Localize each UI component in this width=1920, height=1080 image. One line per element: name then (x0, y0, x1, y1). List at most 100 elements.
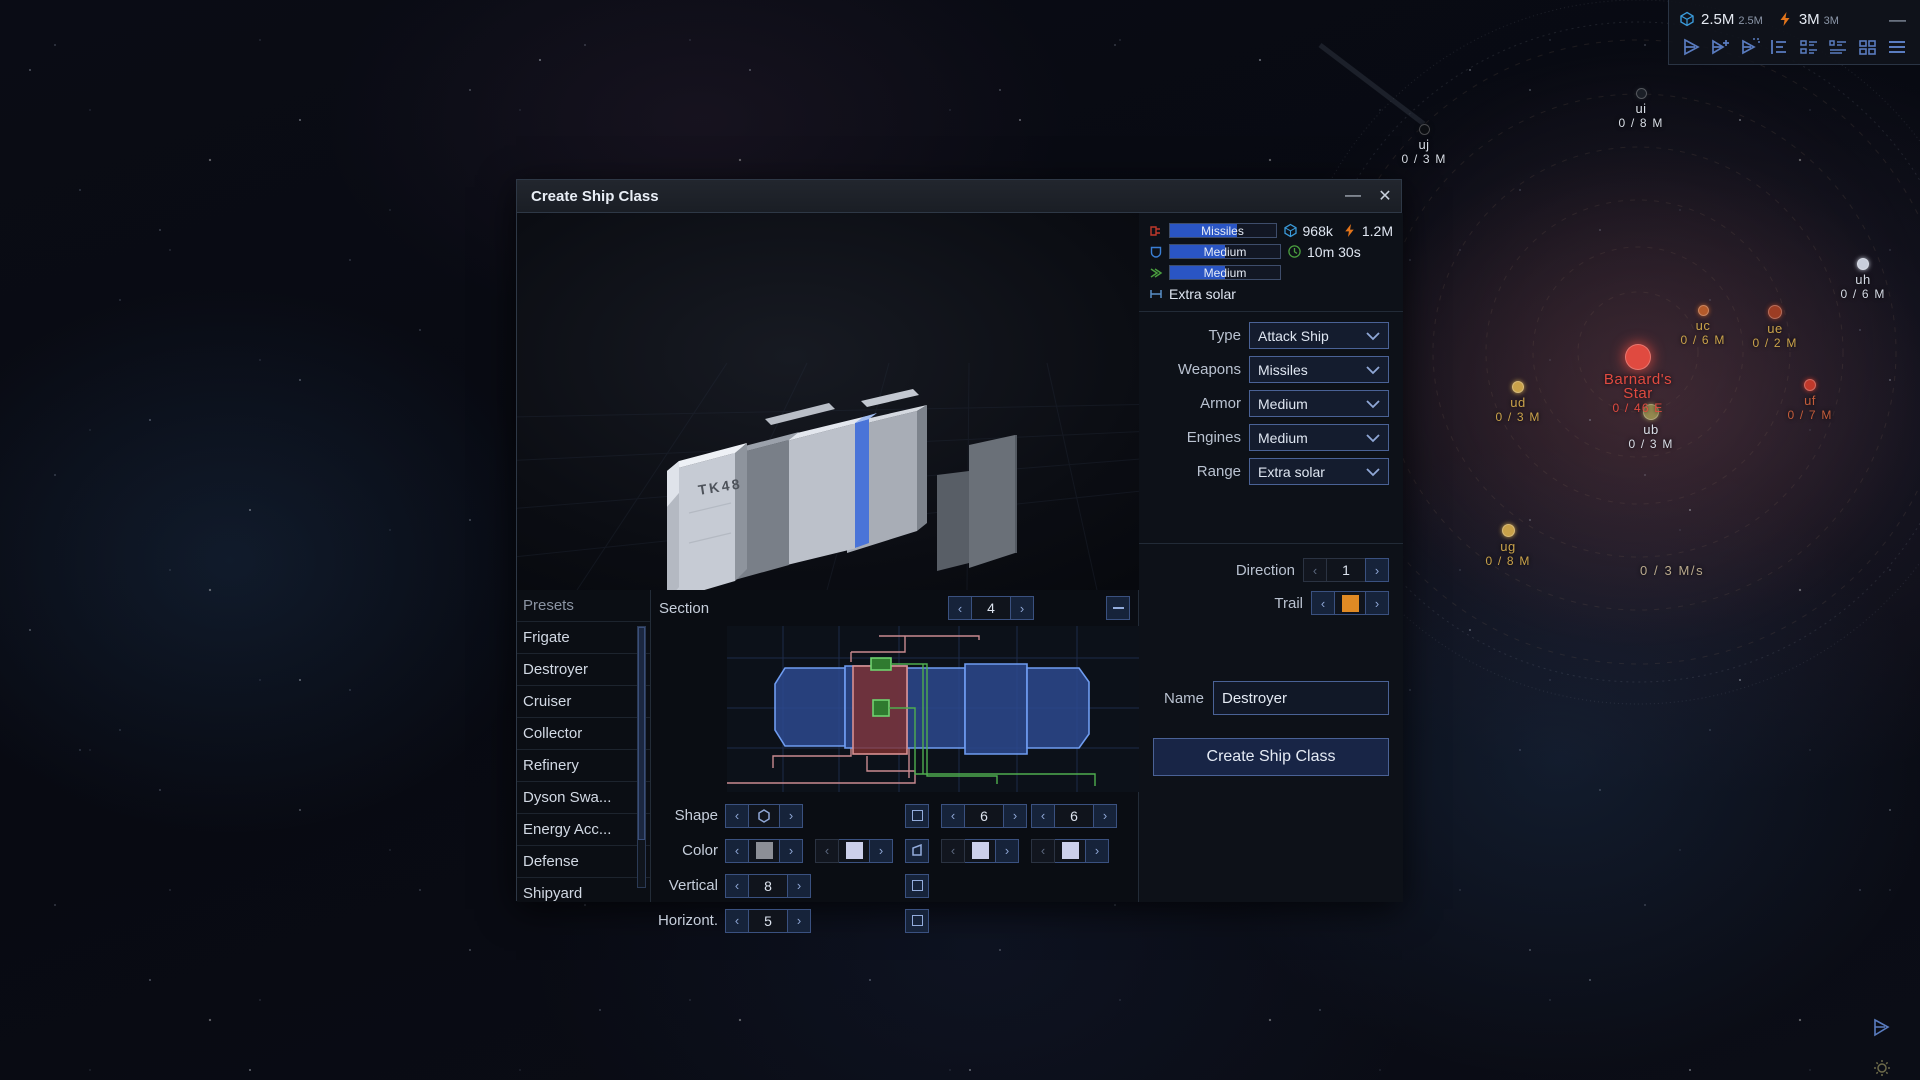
blueprint-grid (727, 626, 1139, 792)
grid-view-icon[interactable] (1857, 37, 1879, 57)
presets-header: Presets (517, 590, 650, 622)
section-index-stepper: ‹ 4 › (948, 596, 1034, 620)
stat-row-armor: Medium 10m 30s (1149, 242, 1393, 261)
shape-third-prev-button[interactable]: ‹ (941, 803, 965, 828)
horizontal-main-slot: ‹ 5 › (725, 908, 815, 933)
trail-next-button[interactable]: › (1365, 591, 1389, 615)
preset-item-energy-acc[interactable]: Energy Acc... (517, 814, 650, 846)
vertical-toggle-button[interactable] (905, 873, 929, 898)
engines-select[interactable]: Medium (1249, 424, 1389, 451)
color-second-prev-button[interactable]: ‹ (815, 838, 839, 863)
ship-3d-preview[interactable]: TK48 (517, 213, 1139, 590)
color-fourth-prev-button[interactable]: ‹ (1031, 838, 1055, 863)
ship-blueprint-view[interactable] (727, 626, 1139, 792)
menu-icon[interactable] (1886, 37, 1908, 57)
preset-item-dyson-swa[interactable]: Dyson Swa... (517, 782, 650, 814)
section-control-rows: Shape ‹ › ‹ 6 › ‹ 6 › Color ‹ › ‹ › ‹ › ‹ › Vertical ‹ 8 › Hor… (651, 798, 1139, 938)
presets-scrollbar-thumb[interactable] (638, 627, 645, 841)
preset-item-defense[interactable]: Defense (517, 846, 650, 878)
shape-main-prev-button[interactable]: ‹ (725, 803, 749, 828)
horizontal-toggle-button[interactable] (905, 908, 929, 933)
dialog-close-button[interactable]: ✕ (1369, 180, 1401, 212)
color-third-prev-button[interactable]: ‹ (941, 838, 965, 863)
create-ship-class-dialog: Create Ship Class — ✕ TK48 Presets Friga… (516, 179, 1403, 933)
color-toggle-button[interactable] (905, 838, 929, 863)
presets-scrollbar[interactable] (637, 626, 646, 888)
vertical-row: Vertical ‹ 8 › (651, 868, 1139, 903)
color-second-next-button[interactable]: › (869, 838, 893, 863)
shape-toggle-button[interactable] (905, 803, 929, 828)
range-select[interactable]: Extra solar (1249, 458, 1389, 485)
ship-select-icon[interactable] (1740, 37, 1762, 57)
shape-fourth-prev-button[interactable]: ‹ (1031, 803, 1055, 828)
shape-main-stepper: ‹ › (725, 803, 803, 828)
weapons-select-label: Weapons (1177, 361, 1241, 378)
horizontal-main-prev-button[interactable]: ‹ (725, 908, 749, 933)
shape-main-slot: ‹ › (725, 803, 815, 828)
vertical-main-next-button[interactable]: › (787, 873, 811, 898)
preset-item-destroyer[interactable]: Destroyer (517, 654, 650, 686)
ship-name-input[interactable] (1213, 681, 1389, 715)
ship-icon[interactable] (1681, 37, 1703, 57)
color-fourth-slot: ‹ › (1027, 838, 1117, 863)
section-index-value: 4 (972, 596, 1010, 620)
weapons-select-value: Missiles (1258, 361, 1308, 378)
stats-block: Missiles 968k 1.2M Medium 10m 30s Medium… (1139, 213, 1403, 307)
weapons-select[interactable]: Missiles (1249, 356, 1389, 383)
color-fourth-next-button[interactable]: › (1085, 838, 1109, 863)
chevron-down-icon (1366, 399, 1380, 408)
dialog-title: Create Ship Class (531, 187, 659, 205)
fleet-speed-label: 0 / 3 M/s (1640, 563, 1705, 578)
preset-item-label: Dyson Swa... (523, 789, 612, 806)
shape-third-next-button[interactable]: › (1003, 803, 1027, 828)
horizontal-main-next-button[interactable]: › (787, 908, 811, 933)
square-icon (911, 880, 923, 891)
direction-prev-button[interactable]: ‹ (1303, 558, 1327, 582)
preset-item-refinery[interactable]: Refinery (517, 750, 650, 782)
color-second-stepper: ‹ › (815, 838, 893, 863)
color-main-next-button[interactable]: › (779, 838, 803, 863)
list-detail-icon[interactable] (1798, 37, 1820, 57)
dialog-title-bar[interactable]: Create Ship Class — ✕ (517, 180, 1401, 213)
ship-add-icon[interactable] (1710, 37, 1732, 57)
create-ship-class-button[interactable]: Create Ship Class (1153, 738, 1389, 776)
list-align-icon[interactable] (1769, 37, 1791, 57)
section-header: Section ‹ 4 › (651, 590, 1138, 626)
direction-next-button[interactable]: › (1365, 558, 1389, 582)
vertical-main-prev-button[interactable]: ‹ (725, 873, 749, 898)
armor-select[interactable]: Medium (1249, 390, 1389, 417)
preset-item-shipyard[interactable]: Shipyard (517, 878, 650, 902)
shape-third-value: 6 (965, 803, 1003, 828)
preset-item-frigate[interactable]: Frigate (517, 622, 650, 654)
cube-icon (1680, 11, 1694, 27)
cube-icon (1283, 223, 1297, 238)
section-collapse-button[interactable] (1106, 596, 1130, 620)
color-row: Color ‹ › ‹ › ‹ › ‹ › (651, 833, 1139, 868)
armor-select-label: Armor (1200, 395, 1241, 412)
trail-color-swatch (1341, 594, 1359, 612)
color-third-swatch (971, 842, 989, 859)
shape-main-next-button[interactable]: › (779, 803, 803, 828)
section-editor-panel: Section ‹ 4 › Shape ‹ › ‹ 6 › ‹ 6 › Colo… (651, 590, 1139, 933)
hud-minimize-button[interactable]: — (1885, 11, 1910, 28)
preset-item-cruiser[interactable]: Cruiser (517, 686, 650, 718)
engines-bar-label: Medium (1203, 265, 1247, 280)
list-right-icon[interactable] (1827, 37, 1849, 57)
horizontal-row: Horizont. ‹ 5 › (651, 903, 1139, 938)
trail-prev-button[interactable]: ‹ (1311, 591, 1335, 615)
preset-item-collector[interactable]: Collector (517, 718, 650, 750)
shape-fourth-next-button[interactable]: › (1093, 803, 1117, 828)
dialog-minimize-button[interactable]: — (1337, 180, 1369, 212)
color-third-next-button[interactable]: › (995, 838, 1019, 863)
color-main-prev-button[interactable]: ‹ (725, 838, 749, 863)
hud-resource-1-sub: 3M (1823, 14, 1839, 27)
weapons-bar: Missiles (1168, 223, 1277, 238)
hud-resource-1-value: 3M (1798, 10, 1820, 28)
horizontal-toggle-slot (905, 908, 937, 933)
section-prev-button[interactable]: ‹ (948, 596, 972, 620)
section-next-button[interactable]: › (1010, 596, 1034, 620)
type-select[interactable]: Attack Ship (1249, 322, 1389, 349)
type-select-row: Type Attack Ship (1153, 322, 1389, 349)
direction-trail-block: Direction ‹ 1 › Trail ‹ › (1139, 558, 1403, 624)
trail-color-value (1335, 591, 1365, 615)
